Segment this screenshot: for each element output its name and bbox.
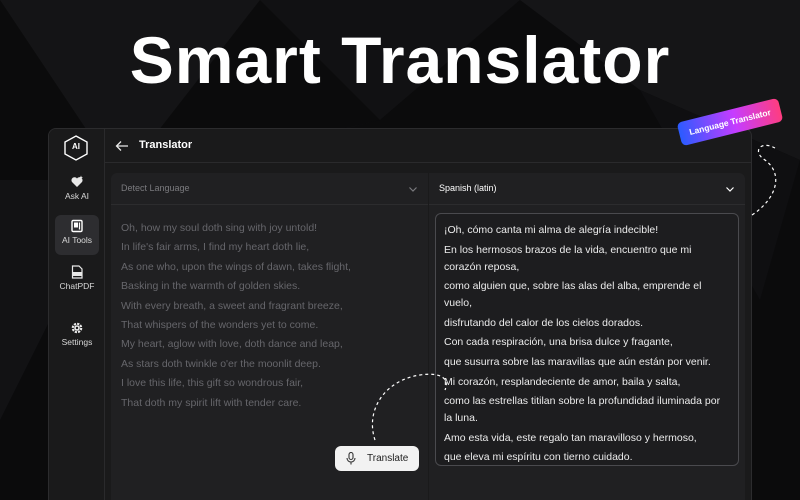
chevron-down-icon bbox=[409, 187, 417, 192]
source-line: Basking in the warmth of golden skies. bbox=[121, 280, 301, 293]
topbar: Translator bbox=[105, 129, 751, 163]
sidebar-item-ask-ai[interactable]: Ask AI bbox=[55, 171, 99, 211]
source-line: In life's fair arms, I find my heart dot… bbox=[121, 241, 310, 254]
sidebar-item-settings[interactable]: Settings bbox=[55, 317, 99, 357]
target-language-label: Spanish (latin) bbox=[439, 183, 497, 193]
source-line: Oh, how my soul doth sing with joy untol… bbox=[121, 222, 318, 234]
sidebar-item-label: Ask AI bbox=[64, 191, 90, 201]
back-arrow-icon[interactable] bbox=[115, 139, 129, 153]
translation-line: que susurra sobre las maravillas que aún… bbox=[444, 355, 711, 368]
page-title: Translator bbox=[139, 139, 193, 151]
source-line: I love this life, this gift so wondrous … bbox=[121, 377, 304, 390]
logo-text: AI bbox=[72, 142, 80, 151]
source-line: As one who, upon the wings of dawn, take… bbox=[121, 260, 351, 273]
app-window: AI Ask AI AI Tools ChatPDF Settings Tran… bbox=[48, 128, 752, 500]
translation-line: Con cada respiración, una brisa dulce y … bbox=[444, 336, 673, 349]
sidebar-item-label: ChatPDF bbox=[59, 281, 95, 291]
gear-icon bbox=[71, 322, 83, 334]
sidebar-item-chatpdf[interactable]: ChatPDF bbox=[55, 261, 99, 301]
translation-line: ¡Oh, cómo canta mi alma de alegría indec… bbox=[444, 224, 659, 236]
translation-line: Amo esta vida, este regalo tan maravillo… bbox=[444, 431, 697, 444]
translation-line: como las estrellas titilan sobre la prof… bbox=[444, 395, 721, 425]
heart-sparkle-icon bbox=[71, 175, 83, 187]
pdf-icon bbox=[71, 265, 83, 279]
translate-button[interactable]: Translate bbox=[335, 446, 419, 471]
translation-line: que eleva mi espíritu con tierno cuidado… bbox=[444, 451, 633, 464]
sidebar-item-label: Settings bbox=[61, 337, 93, 347]
microphone-icon bbox=[346, 452, 356, 465]
sidebar-item-ai-tools[interactable]: AI Tools bbox=[55, 215, 99, 255]
translation-output[interactable]: ¡Oh, cómo canta mi alma de alegría indec… bbox=[435, 213, 739, 466]
source-line: My heart, aglow with love, doth dance an… bbox=[121, 338, 343, 351]
sidebar-item-label: AI Tools bbox=[61, 235, 93, 245]
source-language-label: Detect Language bbox=[121, 183, 190, 193]
source-text-input[interactable]: Oh, how my soul doth sing with joy untol… bbox=[121, 219, 416, 413]
source-language-select[interactable]: Detect Language bbox=[111, 173, 428, 205]
target-language-select[interactable]: Spanish (latin) bbox=[429, 173, 745, 205]
translation-line: Mi corazón, resplandeciente de amor, bai… bbox=[444, 375, 681, 388]
source-line: As stars doth twinkle o'er the moonlit d… bbox=[121, 357, 321, 370]
target-pane: Spanish (latin) ¡Oh, cómo canta mi alma … bbox=[429, 173, 745, 500]
source-line: That doth my spirit lift with tender car… bbox=[121, 396, 302, 409]
headline: Smart Translator bbox=[129, 23, 671, 97]
translate-button-label: Translate bbox=[367, 453, 409, 464]
sidebar: AI Ask AI AI Tools ChatPDF Settings bbox=[49, 129, 105, 500]
app-logo[interactable]: AI bbox=[63, 135, 89, 161]
translation-line: En los hermosos brazos de la vida, encue… bbox=[444, 243, 692, 273]
translation-line: como alguien que, sobre las alas del alb… bbox=[444, 280, 702, 310]
book-icon bbox=[71, 219, 83, 233]
translation-line: disfrutando del calor de los cielos dora… bbox=[444, 316, 644, 329]
chevron-down-icon bbox=[726, 187, 734, 192]
source-line: With every breath, a sweet and fragrant … bbox=[121, 299, 343, 312]
source-line: That whispers of the wonders yet to come… bbox=[121, 318, 319, 331]
